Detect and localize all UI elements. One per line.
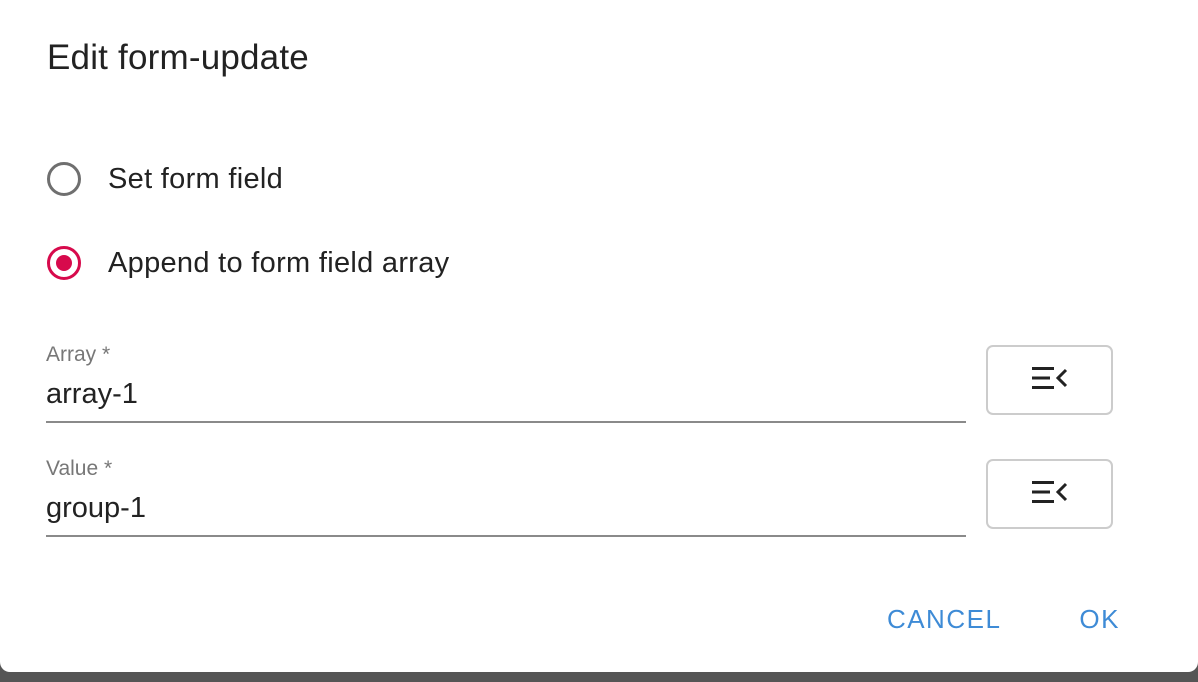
value-field: Value * [46, 454, 966, 537]
radio-button-unchecked[interactable] [47, 162, 81, 196]
radio-option-append-array[interactable]: Append to form field array [47, 246, 449, 280]
array-input[interactable] [46, 372, 966, 423]
radio-option-set-form-field[interactable]: Set form field [47, 162, 283, 196]
array-field-label: Array * [46, 343, 111, 366]
radio-label: Append to form field array [108, 246, 450, 279]
array-select-button[interactable] [986, 345, 1113, 415]
list-collapse-icon [1031, 365, 1069, 396]
radio-button-checked[interactable] [47, 246, 81, 280]
dialog-actions: CANCEL OK [887, 604, 1120, 635]
value-field-label: Value * [46, 457, 113, 480]
list-collapse-icon [1031, 479, 1069, 510]
value-select-button[interactable] [986, 459, 1113, 529]
edit-dialog: Edit form-update Set form field Append t… [0, 0, 1198, 672]
cancel-button[interactable]: CANCEL [887, 604, 1001, 635]
dialog-title: Edit form-update [47, 38, 309, 77]
ok-button[interactable]: OK [1079, 604, 1120, 635]
array-field: Array * [46, 340, 966, 423]
value-input[interactable] [46, 486, 966, 537]
radio-label: Set form field [108, 162, 284, 195]
